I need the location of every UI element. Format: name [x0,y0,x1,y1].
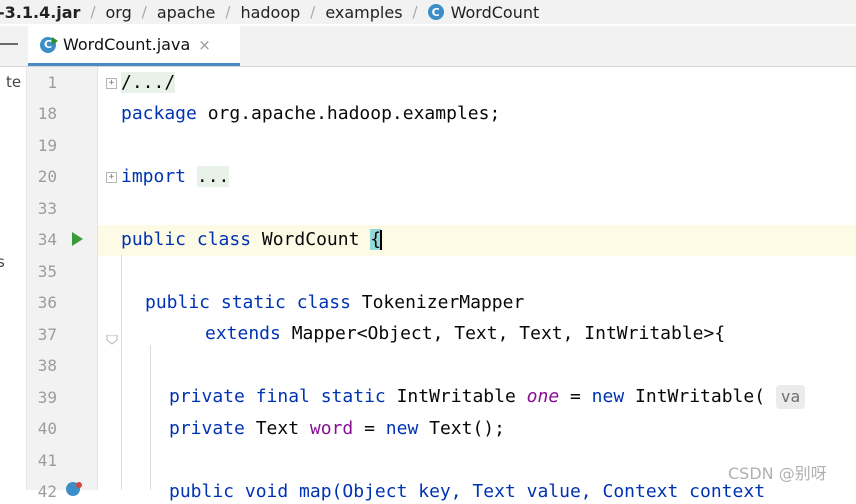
code-line-36[interactable]: public static class TokenizerMapper [145,291,524,315]
keyword: extends [205,323,281,344]
method-signature: public void map(Object key, Text value, … [169,481,766,502]
line-number: 42 [37,482,57,501]
package-name: org.apache.hadoop.examples; [196,103,501,124]
line-number: 39 [37,388,57,407]
code-line-34[interactable]: public class WordCount { [121,228,383,252]
operator: = [353,418,386,439]
code-line-18[interactable]: package org.apache.hadoop.examples; [121,102,500,126]
line-number: 41 [37,451,57,470]
breadcrumb-wordcount-label: WordCount [450,2,540,22]
project-tree-fragment[interactable]: s [0,253,5,271]
keyword: new [591,386,625,407]
fold-expand-icon[interactable]: + [106,172,117,183]
breadcrumb-separator: / [141,3,147,21]
class-name: WordCount [251,229,371,250]
menu-icon[interactable] [0,43,18,45]
field-name: word [309,418,354,439]
breadcrumb-separator: / [310,3,316,21]
text-cursor [380,230,383,250]
line-number: 35 [37,262,57,281]
type-name: Text [244,418,310,439]
code-line-40[interactable]: private Text word = new Text(); [169,417,505,441]
class-icon: C [427,4,444,20]
tab-label: WordCount.java [63,35,191,54]
field-name: one [526,386,560,407]
parameter-hint: va [775,385,806,409]
project-tree-fragment[interactable]: te [6,73,21,91]
line-number: 38 [37,356,57,375]
keyword: private final static [169,386,386,407]
line-number: 36 [37,293,57,312]
project-panel-edge: te s [0,67,27,490]
breadcrumb-hadoop[interactable]: hadoop [240,3,300,22]
code-line-37[interactable]: extends Mapper<Object, Text, Text, IntWr… [205,322,725,346]
folded-comment[interactable]: /.../ [121,72,176,93]
constructor-call: Text(); [418,418,505,439]
keyword: private [169,418,245,439]
runnable-mark-icon [52,37,58,45]
run-icon[interactable] [72,232,83,246]
line-number: 1 [47,73,57,92]
code-line-1[interactable]: /.../ [121,71,176,95]
indent-guide [121,255,122,490]
close-icon[interactable]: × [198,36,211,54]
keyword: public class [121,229,252,250]
constructor-call: IntWritable( [624,386,766,407]
breadcrumb-separator: / [225,3,231,21]
keyword: new [385,418,419,439]
line-number: 37 [37,325,57,344]
keyword: import [121,166,187,187]
keyword: package [121,103,197,124]
breadcrumb-wordcount[interactable]: C WordCount [427,2,540,22]
breadcrumb-org[interactable]: org [106,3,132,22]
line-number: 18 [37,104,57,123]
operator: = [559,386,592,407]
watermark: CSDN @别呀 [728,464,827,483]
breadcrumb-separator: / [412,3,418,21]
breadcrumb-separator: / [90,3,96,21]
breadcrumb-examples[interactable]: examples [325,3,402,22]
fold-expand-icon[interactable]: + [106,78,117,89]
breadcrumb: -3.1.4.jar / org / apache / hadoop / exa… [0,0,856,24]
superclass: Mapper<Object, Text, Text, IntWritable>{ [280,323,726,344]
breadcrumb-apache[interactable]: apache [157,3,216,22]
indent-guide [150,345,151,490]
implement-marker-icon [76,482,82,488]
code-line-42[interactable]: public void map(Object key, Text value, … [169,480,765,504]
code-line-20[interactable]: import ... [121,165,230,189]
line-number: 34 [37,230,57,249]
line-number: 40 [37,419,57,438]
breadcrumb-jar[interactable]: -3.1.4.jar [0,3,80,22]
line-number: 33 [37,199,57,218]
class-name: TokenizerMapper [350,292,525,313]
fold-end-icon[interactable] [106,330,118,345]
line-number: 19 [37,136,57,155]
fold-end-shape [106,334,118,345]
line-number: 20 [37,167,57,186]
type-name: IntWritable [385,386,527,407]
tab-wordcount-java[interactable]: C WordCount.java × [28,26,240,66]
folded-imports[interactable]: ... [196,166,230,187]
code-line-39[interactable]: private final static IntWritable one = n… [169,385,806,409]
keyword: public static class [145,292,351,313]
